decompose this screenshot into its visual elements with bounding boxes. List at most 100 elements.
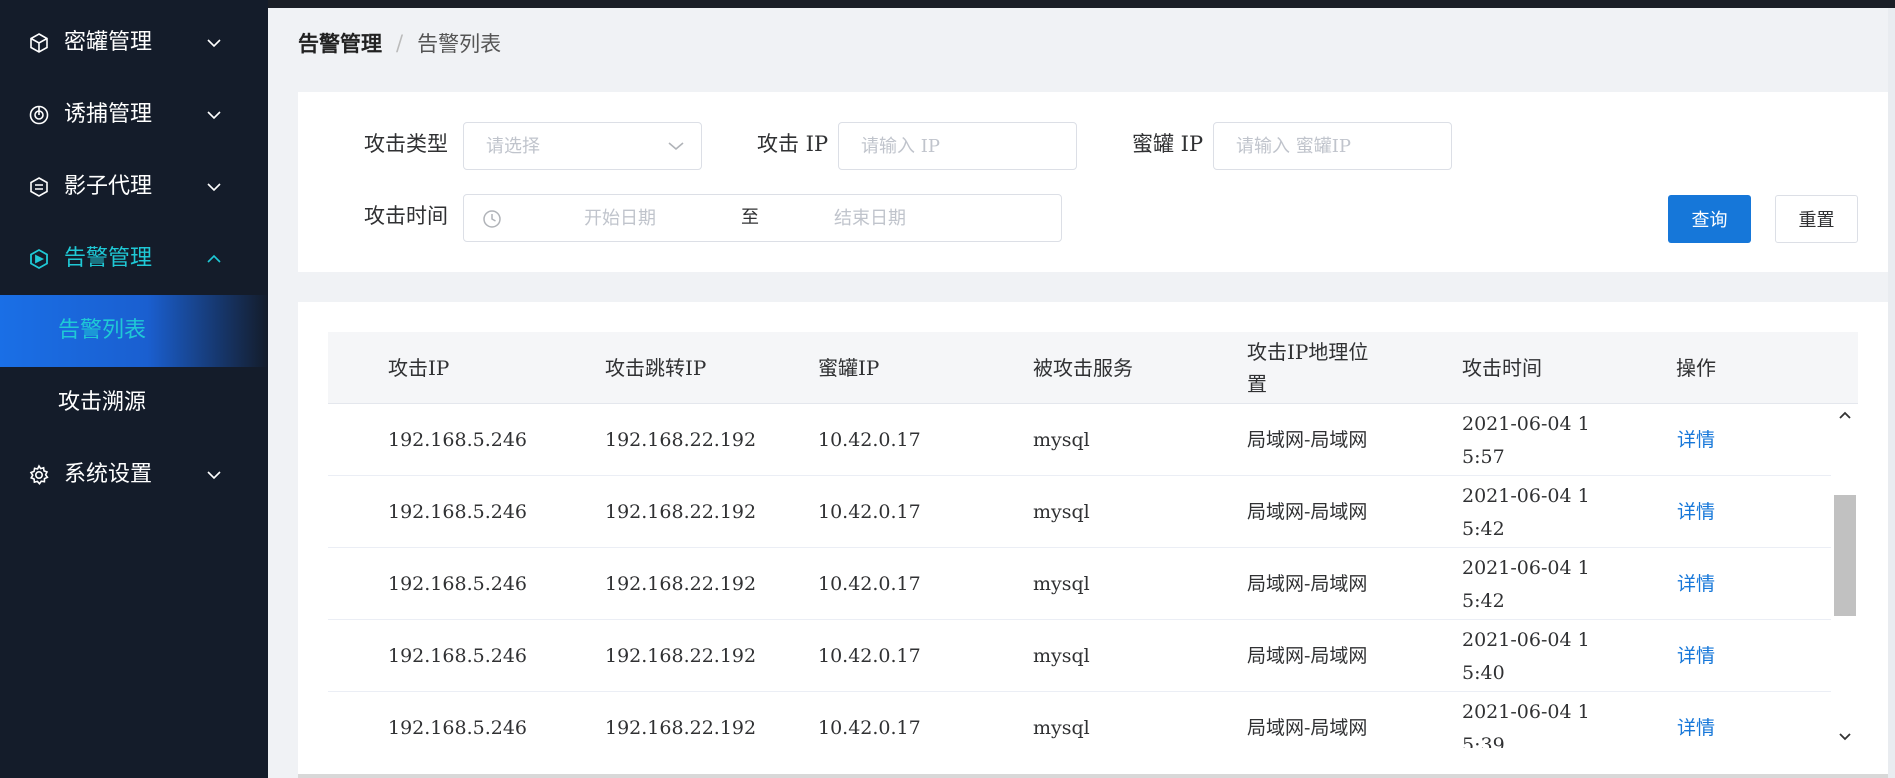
cell-jump-ip: 192.168.22.192 (605, 573, 757, 595)
table-row: 192.168.5.246 192.168.22.192 10.42.0.17 … (328, 692, 1831, 748)
column-header: 攻击时间 (1462, 356, 1542, 380)
sidebar-item-label: 密罐管理 (64, 30, 153, 55)
column-header: 被攻击服务 (1033, 356, 1133, 380)
cell-attack-time: 2021-06-04 15:57 (1462, 413, 1590, 468)
column-header: 操作 (1676, 356, 1716, 380)
sidebar-item-system-settings[interactable]: 系统设置 (0, 439, 268, 511)
chevron-down-icon (207, 471, 221, 480)
sidebar-item-label: 影子代理 (64, 174, 153, 199)
attack-time-label: 攻击时间 (364, 204, 448, 228)
attack-type-select[interactable]: 请选择 (463, 122, 702, 170)
sidebar-item-honeypot[interactable]: 密罐管理 (0, 7, 268, 79)
breadcrumb-parent[interactable]: 告警管理 (298, 28, 382, 58)
cell-attack-time: 2021-06-04 15:40 (1462, 629, 1590, 684)
attack-ip-placeholder: 请输入 IP (861, 136, 940, 157)
cell-attack-time: 2021-06-04 15:42 (1462, 485, 1590, 540)
end-date-placeholder: 结束日期 (834, 208, 906, 229)
scroll-down-icon[interactable] (1838, 732, 1852, 742)
trap-icon (29, 105, 49, 125)
column-header: 攻击IP (388, 356, 450, 380)
page-edge (1888, 8, 1895, 778)
sidebar-subitem-label: 攻击溯源 (58, 390, 147, 415)
cell-service: mysql (1033, 501, 1090, 523)
cell-location: 局域网-局域网 (1247, 645, 1368, 667)
cell-location: 局域网-局域网 (1247, 717, 1368, 739)
attack-type-label: 攻击类型 (364, 132, 448, 156)
chevron-down-icon (207, 39, 221, 48)
sidebar-item-trap[interactable]: 诱捕管理 (0, 79, 268, 151)
scroll-up-icon[interactable] (1838, 410, 1852, 420)
cell-honeypot-ip: 10.42.0.17 (818, 429, 921, 451)
cell-location: 局域网-局域网 (1247, 501, 1368, 523)
alert-hex-icon (30, 248, 48, 270)
sidebar-item-shadow-proxy[interactable]: 影子代理 (0, 151, 268, 223)
sidebar-item-alert-management[interactable]: 告警管理 (0, 223, 268, 295)
date-range-separator: 至 (741, 207, 759, 228)
chevron-up-icon (207, 254, 221, 263)
honeypot-ip-placeholder: 请输入 蜜罐IP (1236, 136, 1351, 157)
sidebar-item-label: 系统设置 (64, 462, 153, 487)
alert-table-panel: 攻击IP 攻击跳转IP 蜜罐IP 被攻击服务 攻击IP地理位置 攻击时间 操作 … (298, 302, 1888, 778)
cube-icon (30, 33, 48, 53)
query-button[interactable]: 查询 (1668, 195, 1751, 243)
detail-link[interactable]: 详情 (1677, 498, 1715, 526)
breadcrumb-separator: / (396, 31, 404, 55)
cell-honeypot-ip: 10.42.0.17 (818, 573, 921, 595)
scrollbar-thumb[interactable] (1834, 495, 1856, 616)
sidebar-item-label: 告警管理 (64, 246, 153, 271)
sidebar-item-label: 诱捕管理 (64, 102, 153, 127)
cell-service: mysql (1033, 717, 1090, 739)
column-header: 蜜罐IP (818, 356, 880, 380)
attack-ip-input[interactable]: 请输入 IP (838, 122, 1077, 170)
honeypot-ip-label: 蜜罐 IP (1132, 132, 1204, 156)
cell-service: mysql (1033, 429, 1090, 451)
attack-time-range[interactable]: 开始日期 至 结束日期 (463, 194, 1062, 242)
cell-location: 局域网-局域网 (1247, 573, 1368, 595)
sidebar-subitem-attack-trace[interactable]: 攻击溯源 (0, 367, 268, 439)
cell-attack-time: 2021-06-04 15:42 (1462, 557, 1590, 612)
clock-icon (483, 210, 501, 228)
reset-button[interactable]: 重置 (1775, 195, 1858, 243)
cell-honeypot-ip: 10.42.0.17 (818, 645, 921, 667)
table-header: 攻击IP 攻击跳转IP 蜜罐IP 被攻击服务 攻击IP地理位置 攻击时间 操作 (328, 332, 1858, 404)
cell-jump-ip: 192.168.22.192 (605, 717, 757, 739)
table-row: 192.168.5.246 192.168.22.192 10.42.0.17 … (328, 476, 1831, 548)
honeypot-ip-input[interactable]: 请输入 蜜罐IP (1213, 122, 1452, 170)
cell-honeypot-ip: 10.42.0.17 (818, 717, 921, 739)
breadcrumb: 告警管理 / 告警列表 (298, 26, 501, 60)
detail-link[interactable]: 详情 (1677, 642, 1715, 670)
cell-attack-ip: 192.168.5.246 (388, 501, 528, 523)
detail-link[interactable]: 详情 (1677, 426, 1715, 454)
cell-service: mysql (1033, 645, 1090, 667)
column-header: 攻击IP地理位置 (1247, 340, 1369, 396)
attack-type-placeholder: 请选择 (486, 136, 540, 157)
column-header: 攻击跳转IP (605, 356, 707, 380)
table-scrollbar[interactable] (1831, 404, 1858, 748)
start-date-placeholder: 开始日期 (584, 208, 656, 229)
sidebar: 密罐管理 诱捕管理 影子代理 告警管理 告警列表 攻击溯源 系统设置 (0, 0, 268, 778)
cell-attack-ip: 192.168.5.246 (388, 717, 528, 739)
attack-ip-label: 攻击 IP (757, 132, 829, 156)
table-row: 192.168.5.246 192.168.22.192 10.42.0.17 … (328, 620, 1831, 692)
chevron-down-icon (207, 111, 221, 120)
cell-service: mysql (1033, 573, 1090, 595)
cell-jump-ip: 192.168.22.192 (605, 501, 757, 523)
cell-attack-time: 2021-06-04 15:39 (1462, 701, 1590, 748)
cell-attack-ip: 192.168.5.246 (388, 573, 528, 595)
gear-icon (29, 464, 49, 485)
cell-location: 局域网-局域网 (1247, 429, 1368, 451)
table-row: 192.168.5.246 192.168.22.192 10.42.0.17 … (328, 548, 1831, 620)
sidebar-subitem-label: 告警列表 (58, 318, 147, 343)
top-bar (268, 0, 1895, 8)
horizontal-scrollbar[interactable] (298, 774, 1888, 778)
breadcrumb-current: 告警列表 (417, 32, 502, 56)
chevron-down-icon (668, 142, 684, 151)
cell-jump-ip: 192.168.22.192 (605, 429, 757, 451)
sidebar-subitem-alert-list[interactable]: 告警列表 (0, 295, 268, 367)
table-body: 192.168.5.246 192.168.22.192 10.42.0.17 … (328, 404, 1831, 748)
detail-link[interactable]: 详情 (1677, 570, 1715, 598)
cell-honeypot-ip: 10.42.0.17 (818, 501, 921, 523)
chevron-down-icon (207, 183, 221, 192)
detail-link[interactable]: 详情 (1677, 714, 1715, 742)
table-row: 192.168.5.246 192.168.22.192 10.42.0.17 … (328, 404, 1831, 476)
